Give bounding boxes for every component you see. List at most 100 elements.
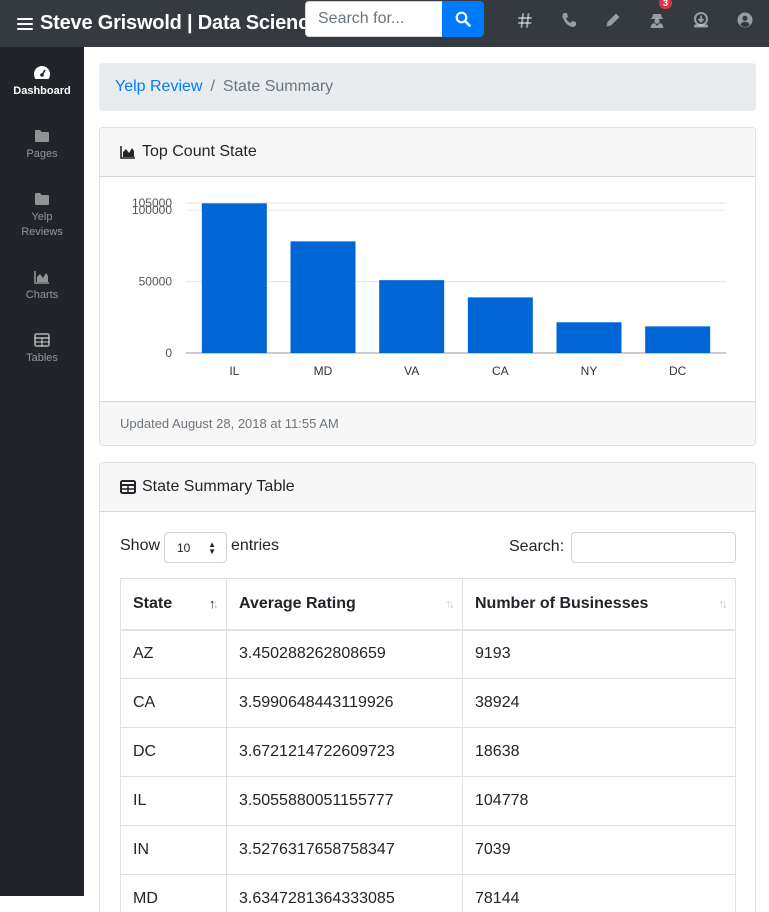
table-cell: 104778 <box>463 777 736 826</box>
breadcrumb-link[interactable]: Yelp Review <box>115 78 202 96</box>
area-chart-icon <box>120 145 136 159</box>
table-search-label: Search: <box>509 538 564 556</box>
table-cell: 3.450288262808659 <box>227 630 463 679</box>
sidebar: Dashboard Pages Yelp Reviews Charts Tabl… <box>0 47 84 896</box>
table-cell: IN <box>121 826 227 875</box>
area-chart-icon <box>34 270 50 284</box>
search-button[interactable] <box>442 1 484 37</box>
chart-card-footer: Updated August 28, 2018 at 11:55 AM <box>100 401 755 445</box>
sidebar-item-pages[interactable]: Pages <box>0 127 84 162</box>
table-card-title: State Summary Table <box>142 478 295 496</box>
folder-icon <box>34 129 50 143</box>
table-cell: 3.6721214722609723 <box>227 728 463 777</box>
table-cell: 38924 <box>463 679 736 728</box>
x-tick-label: IL <box>229 364 239 378</box>
table-controls: Show 10 ▲▼ entries Search: State↑↓ Avera… <box>100 512 755 578</box>
bar-md <box>291 241 356 353</box>
bar-chart-svg: 050000100000105000ILMDVACANYDC <box>100 177 755 401</box>
navbar-icons: 3 <box>503 0 767 40</box>
bar-chart: 050000100000105000ILMDVACANYDC <box>100 177 755 401</box>
column-header-average-rating[interactable]: Average Rating↑↓ <box>227 579 463 630</box>
breadcrumb-current: State Summary <box>223 78 333 96</box>
folder-icon <box>34 192 50 206</box>
sidebar-item-yelp-reviews[interactable]: Yelp Reviews <box>0 190 84 240</box>
table-cell: 3.5276317658758347 <box>227 826 463 875</box>
table-cell: 78144 <box>463 875 736 912</box>
table-cell: IL <box>121 777 227 826</box>
sidebar-item-label-line1: Yelp <box>31 210 52 225</box>
table-cell: 9193 <box>463 630 736 679</box>
chart-card-header: Top Count State <box>100 128 755 177</box>
bar-va <box>379 280 444 353</box>
bar-il <box>202 203 267 353</box>
entries-select-value: 10 <box>177 541 190 555</box>
entries-label: entries <box>231 537 279 555</box>
download-icon[interactable] <box>679 0 723 40</box>
notification-badge: 3 <box>659 0 672 9</box>
sidebar-item-label: Tables <box>26 351 58 366</box>
state-summary-table: State↑↓ Average Rating↑↓ Number of Busin… <box>120 578 736 912</box>
sidebar-item-label-line2: Reviews <box>21 225 63 240</box>
hashtag-icon[interactable] <box>503 0 547 40</box>
entries-select[interactable]: 10 ▲▼ <box>164 532 227 563</box>
user-secret-icon[interactable]: 3 <box>635 0 679 40</box>
table-cell: DC <box>121 728 227 777</box>
y-tick-label: 0 <box>165 346 172 360</box>
x-tick-label: CA <box>492 364 509 378</box>
table-cell: AZ <box>121 630 227 679</box>
table-card-header: State Summary Table <box>100 463 755 512</box>
bar-ca <box>468 297 533 353</box>
sort-icon: ↑↓ <box>718 596 725 611</box>
chart-card: Top Count State 050000100000105000ILMDVA… <box>99 127 756 446</box>
table-search-input[interactable] <box>571 532 736 563</box>
table-row: MD3.634728136433308578144 <box>121 875 736 912</box>
table-row: IL3.5055880051155777104778 <box>121 777 736 826</box>
user-circle-icon[interactable] <box>723 0 767 40</box>
table-cell: 18638 <box>463 728 736 777</box>
table-cell: 7039 <box>463 826 736 875</box>
sidebar-item-label: Charts <box>26 288 58 303</box>
top-navbar: Steve Griswold | Data Science 3 <box>0 0 769 47</box>
sidebar-toggle-icon[interactable] <box>17 18 33 30</box>
sidebar-item-label: Dashboard <box>13 84 70 99</box>
table-row: DC3.672121472260972318638 <box>121 728 736 777</box>
y-tick-label: 50000 <box>139 275 173 289</box>
table-row: AZ3.4502882628086599193 <box>121 630 736 679</box>
table-cell: MD <box>121 875 227 912</box>
brand-title[interactable]: Steve Griswold | Data Science <box>40 12 320 35</box>
pencil-icon[interactable] <box>591 0 635 40</box>
column-header-number-of-businesses[interactable]: Number of Businesses↑↓ <box>463 579 736 630</box>
sidebar-item-charts[interactable]: Charts <box>0 268 84 303</box>
sort-icon: ↑↓ <box>445 596 452 611</box>
sidebar-item-dashboard[interactable]: Dashboard <box>0 64 84 99</box>
table-icon <box>120 480 136 494</box>
main-content: Yelp Review / State Summary Top Count St… <box>84 47 769 896</box>
table-row: CA3.599064844311992638924 <box>121 679 736 728</box>
table-cell: 3.5055880051155777 <box>227 777 463 826</box>
phone-icon[interactable] <box>547 0 591 40</box>
breadcrumb: Yelp Review / State Summary <box>99 63 756 111</box>
table-body: AZ3.4502882628086599193CA3.5990648443119… <box>121 630 736 912</box>
table-cell: CA <box>121 679 227 728</box>
x-tick-label: DC <box>669 364 687 378</box>
table-card: State Summary Table Show 10 ▲▼ entries S… <box>99 462 756 912</box>
tachometer-icon <box>33 65 51 81</box>
select-caret-icon: ▲▼ <box>208 541 216 555</box>
sidebar-item-tables[interactable]: Tables <box>0 331 84 366</box>
table-icon <box>34 333 50 347</box>
table-row: IN3.52763176587583477039 <box>121 826 736 875</box>
column-header-state[interactable]: State↑↓ <box>121 579 227 630</box>
search-icon <box>455 11 471 27</box>
x-tick-label: NY <box>581 364 598 378</box>
sidebar-item-label: Pages <box>26 147 57 162</box>
sort-asc-icon: ↑↓ <box>209 596 216 611</box>
breadcrumb-separator: / <box>202 78 222 96</box>
x-tick-label: MD <box>314 364 333 378</box>
table-cell: 3.5990648443119926 <box>227 679 463 728</box>
y-tick-label: 105000 <box>132 196 172 210</box>
bar-dc <box>645 326 710 353</box>
table-cell: 3.6347281364333085 <box>227 875 463 912</box>
navbar-search <box>305 1 484 37</box>
bar-ny <box>557 322 622 353</box>
search-input[interactable] <box>305 1 442 37</box>
